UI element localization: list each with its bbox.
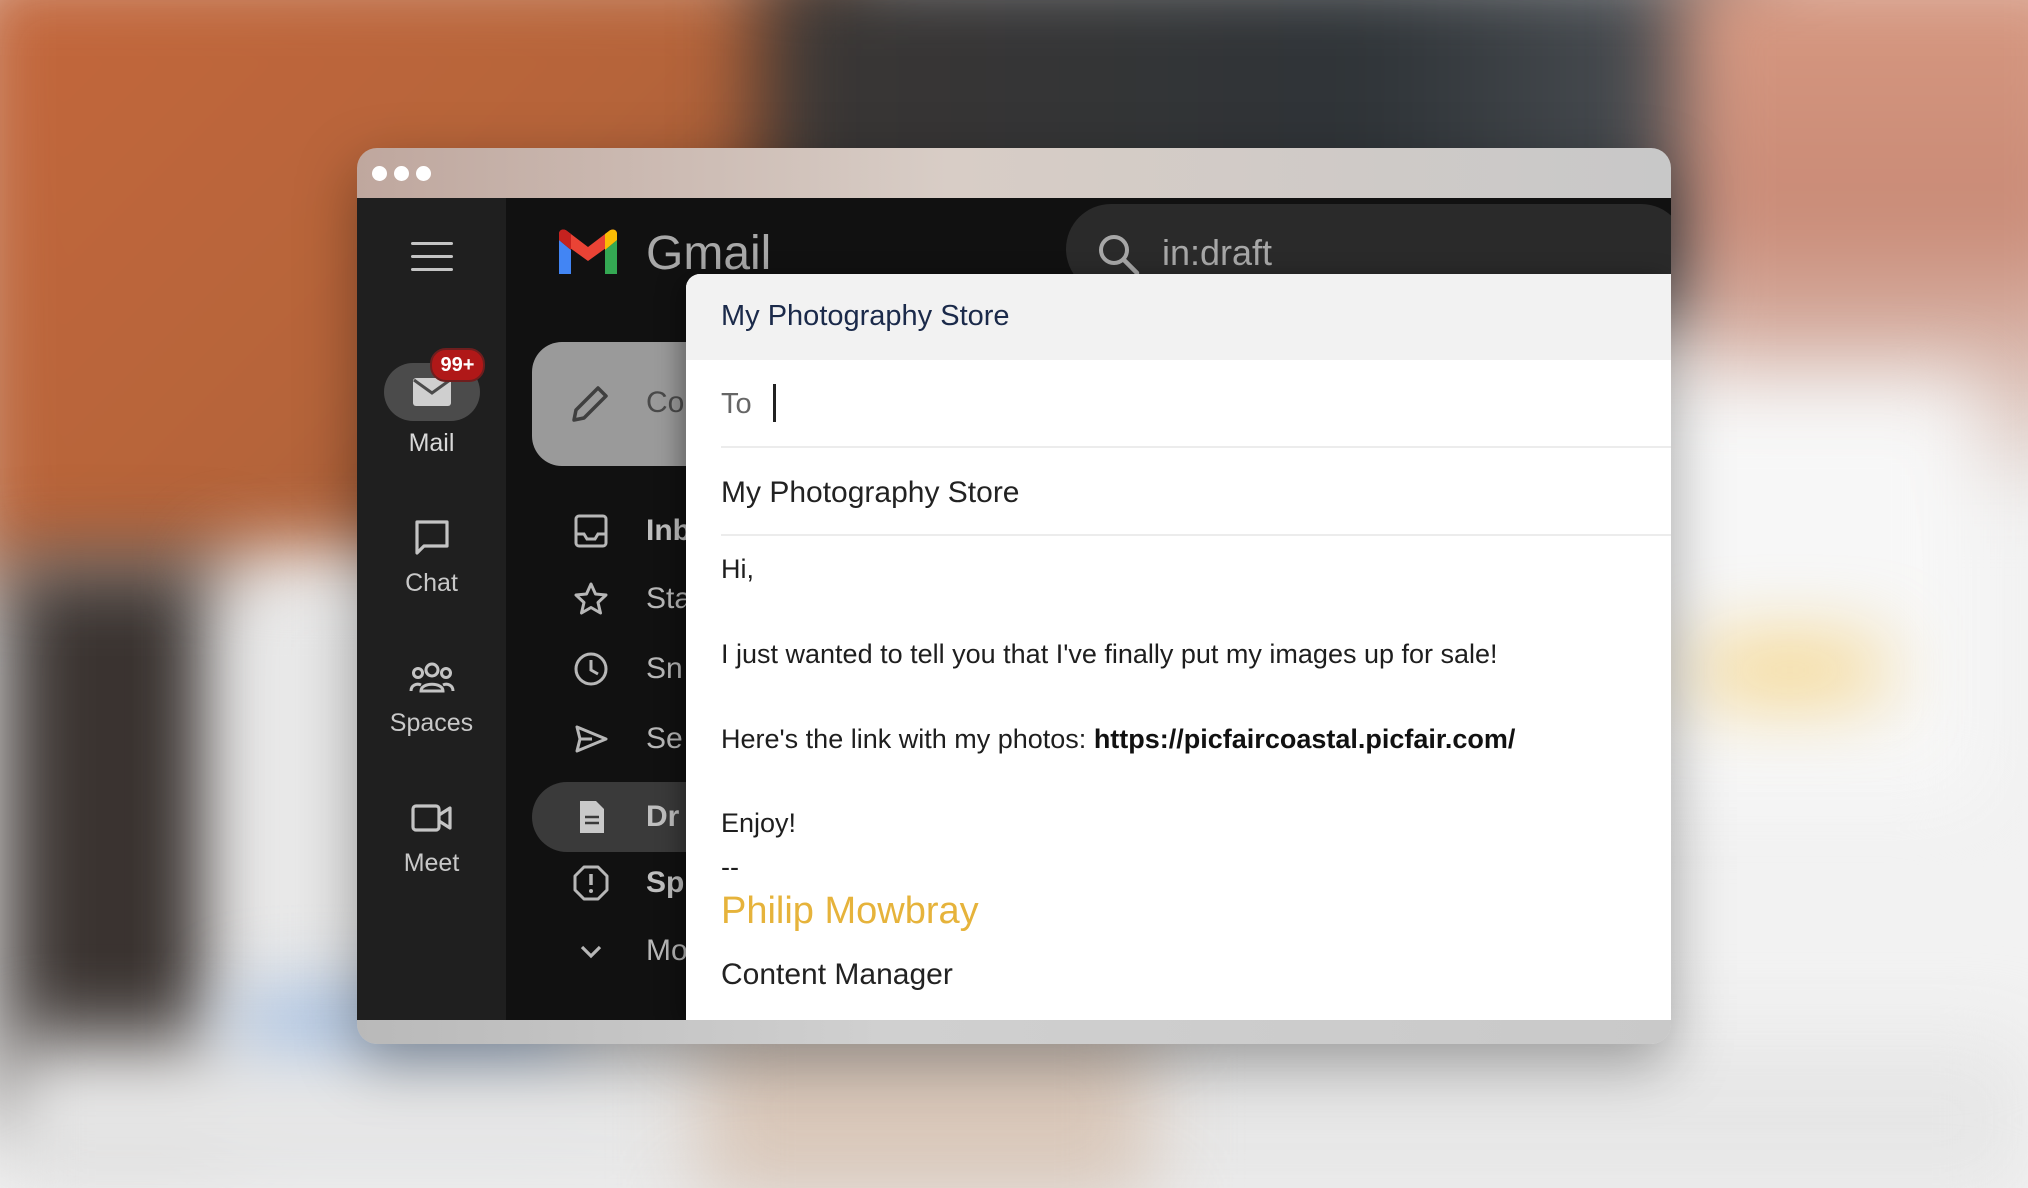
signature-separator: -- — [721, 852, 739, 882]
star-icon — [574, 582, 608, 615]
window-control-dot[interactable] — [372, 166, 387, 181]
inbox-icon — [574, 514, 608, 548]
window-bottom-bar — [357, 1020, 1671, 1044]
store-link[interactable]: https://picfaircoastal.picfair.com/ — [1094, 724, 1516, 754]
chat-icon — [414, 520, 449, 555]
nav-item-label: Se — [646, 722, 683, 755]
window-titlebar — [357, 148, 1671, 198]
search-icon[interactable] — [1096, 232, 1140, 276]
gmail-brand-name: Gmail — [646, 227, 772, 280]
browser-window: 99+ Mail Chat Spaces Meet Gmail in:draft… — [357, 148, 1671, 1044]
rail-item-chat[interactable]: Chat — [357, 518, 506, 598]
draft-icon — [580, 801, 604, 833]
to-field-row[interactable]: To — [721, 360, 1671, 448]
nav-item-label: Dr — [646, 800, 680, 833]
chevron-down-icon — [580, 945, 602, 959]
subject-input[interactable]: My Photography Store — [721, 476, 1020, 510]
mail-pill[interactable]: 99+ — [383, 348, 486, 421]
meet-icon — [410, 804, 452, 832]
nav-item-label: Mo — [646, 934, 688, 967]
rail-item-mail[interactable]: 99+ Mail — [357, 348, 506, 458]
compose-label: Co — [646, 386, 685, 419]
body-greeting: Hi, — [721, 554, 754, 584]
body-link-line: Here's the link with my photos: https://… — [721, 724, 1515, 755]
rail-item-meet[interactable]: Meet — [357, 798, 506, 878]
rail-item-label: Spaces — [389, 709, 474, 737]
nav-item-label: Sn — [646, 652, 683, 685]
app-rail: 99+ Mail Chat Spaces Meet — [357, 198, 506, 1020]
rail-item-label: Mail — [408, 429, 455, 457]
window-control-dot[interactable] — [416, 166, 431, 181]
spaces-icon — [409, 662, 454, 693]
spam-icon — [573, 865, 609, 901]
compose-header[interactable]: My Photography Store — [686, 274, 1671, 360]
nav-item-label: Inb — [646, 514, 691, 547]
gmail-logo-icon — [559, 229, 617, 274]
to-input-caret[interactable] — [773, 384, 776, 422]
window-control-dot[interactable] — [394, 166, 409, 181]
gmail-app: 99+ Mail Chat Spaces Meet Gmail in:draft… — [357, 198, 1671, 1020]
body-line: I just wanted to tell you that I've fina… — [721, 639, 1498, 669]
rail-item-label: Chat — [405, 569, 458, 597]
subject-field-row[interactable]: My Photography Store — [721, 448, 1671, 536]
nav-item-label: Sta — [646, 582, 692, 615]
rail-item-label: Meet — [403, 849, 460, 877]
main-menu-icon[interactable] — [411, 240, 453, 274]
pencil-icon — [572, 386, 608, 422]
nav-item-label: Sp — [646, 866, 685, 899]
clock-icon — [574, 652, 608, 686]
compose-title: My Photography Store — [721, 300, 1010, 332]
rail-item-spaces[interactable]: Spaces — [357, 658, 506, 738]
body-line-prefix: Here's the link with my photos: — [721, 724, 1094, 754]
to-label: To — [721, 388, 752, 420]
signature-name: Philip Mowbray — [721, 890, 979, 932]
signature-title: Content Manager — [721, 958, 953, 991]
unread-badge: 99+ — [429, 348, 486, 382]
search-input[interactable]: in:draft — [1162, 232, 1272, 274]
send-icon — [575, 725, 608, 753]
body-closing: Enjoy! — [721, 808, 797, 838]
compose-dialog: My Photography Store To My Photography S… — [686, 274, 1671, 1020]
